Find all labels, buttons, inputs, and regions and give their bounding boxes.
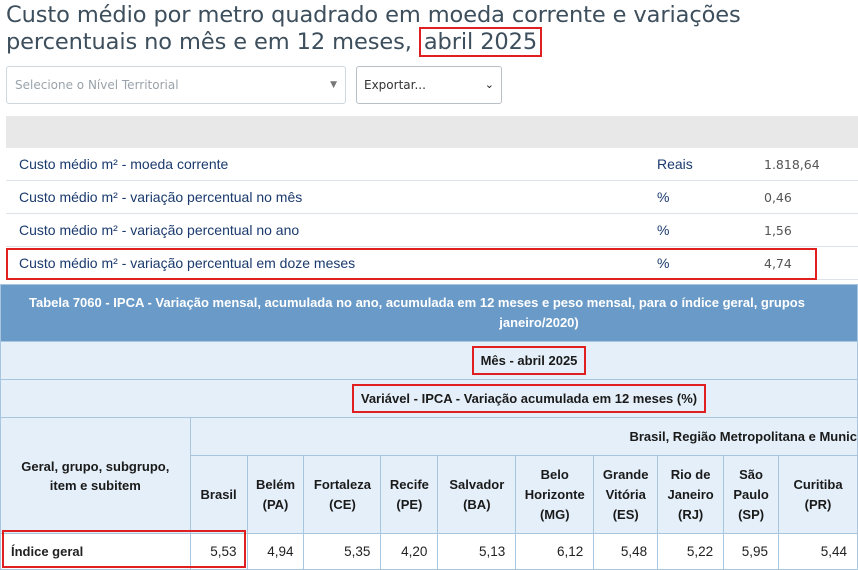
table-cell: 5,44 bbox=[778, 533, 858, 570]
table-cell: 5,22 bbox=[657, 533, 725, 570]
table-row: Índice geral 5,53 4,94 5,35 4,20 5,13 6,… bbox=[0, 533, 858, 570]
table-cell: 6,12 bbox=[515, 533, 595, 570]
column-header[interactable]: Brasil bbox=[189, 455, 248, 534]
column-header[interactable]: Belo Horizonte (MG) bbox=[515, 455, 595, 534]
column-header[interactable]: Rio de Janeiro (RJ) bbox=[657, 455, 725, 534]
column-header[interactable]: Grande Vitória (ES) bbox=[593, 455, 659, 534]
title-main: Custo médio por metro quadrado em moeda … bbox=[6, 2, 741, 55]
indicator-row: Custo médio m² - variação percentual no … bbox=[6, 181, 858, 214]
region-header: Brasil, Região Metropolitana e Munic bbox=[189, 417, 858, 456]
column-header[interactable]: Recife (PE) bbox=[380, 455, 439, 534]
variable-label: Variável - IPCA - Variação acumulada em … bbox=[351, 384, 707, 413]
table-cell: 5,53 bbox=[189, 533, 248, 570]
page-title: Custo médio por metro quadrado em moeda … bbox=[6, 2, 858, 57]
column-header[interactable]: Curitiba (PR) bbox=[778, 455, 858, 534]
indicator-value: 4,74 bbox=[764, 256, 792, 271]
indicator-unit: % bbox=[657, 189, 670, 205]
indicator-label[interactable]: Custo médio m² - variação percentual no … bbox=[19, 189, 302, 205]
title-period: abril 2025 bbox=[418, 27, 543, 57]
table-caption-line2: janeiro/2020) bbox=[499, 315, 579, 330]
table-caption-line1: Tabela 7060 - IPCA - Variação mensal, ac… bbox=[29, 295, 805, 310]
row-header: Geral, grupo, subgrupo, item e subitem bbox=[0, 417, 191, 534]
indicator-row: Custo médio m² - variação percentual em … bbox=[6, 247, 858, 280]
indicator-unit: % bbox=[657, 222, 670, 238]
table-cell: 4,94 bbox=[246, 533, 305, 570]
indicator-row: Custo médio m² - variação percentual no … bbox=[6, 214, 858, 247]
territory-select[interactable]: Selecione o Nível Territorial ▼ bbox=[6, 66, 346, 104]
table-cell: 5,13 bbox=[437, 533, 517, 570]
territory-select-placeholder: Selecione o Nível Territorial bbox=[15, 78, 179, 92]
indicator-label[interactable]: Custo médio m² - moeda corrente bbox=[19, 156, 228, 172]
table-cell: 5,48 bbox=[593, 533, 659, 570]
indicator-row: Custo médio m² - moeda corrente Reais 1.… bbox=[6, 148, 858, 181]
month-header: Mês - abril 2025 bbox=[0, 341, 858, 380]
indicator-label[interactable]: Custo médio m² - variação percentual no … bbox=[19, 222, 299, 238]
column-header[interactable]: Salvador (BA) bbox=[437, 455, 517, 534]
indicators-header-band bbox=[6, 116, 858, 148]
table-cell: 5,95 bbox=[723, 533, 780, 570]
chevron-down-icon: ▼ bbox=[330, 80, 337, 90]
indicator-value: 1.818,64 bbox=[764, 157, 820, 172]
export-select-label: Exportar... bbox=[364, 78, 426, 92]
indicator-unit: Reais bbox=[657, 156, 693, 172]
variable-header: Variável - IPCA - Variação acumulada em … bbox=[0, 379, 858, 418]
ipca-table: Tabela 7060 - IPCA - Variação mensal, ac… bbox=[0, 284, 858, 570]
column-header[interactable]: Belém (PA) bbox=[246, 455, 305, 534]
indicator-unit: % bbox=[657, 255, 670, 271]
table-cell: 5,35 bbox=[303, 533, 382, 570]
column-header[interactable]: Fortaleza (CE) bbox=[303, 455, 382, 534]
export-select[interactable]: Exportar... ⌄ bbox=[356, 66, 502, 104]
table-caption: Tabela 7060 - IPCA - Variação mensal, ac… bbox=[0, 284, 858, 342]
row-label: Índice geral bbox=[0, 533, 191, 570]
indicator-value: 0,46 bbox=[764, 190, 792, 205]
table-cell: 4,20 bbox=[380, 533, 439, 570]
chevron-down-icon: ⌄ bbox=[484, 78, 494, 91]
indicator-label[interactable]: Custo médio m² - variação percentual em … bbox=[19, 255, 355, 271]
column-header[interactable]: São Paulo (SP) bbox=[723, 455, 780, 534]
month-label: Mês - abril 2025 bbox=[471, 346, 587, 375]
indicator-value: 1,56 bbox=[764, 223, 792, 238]
